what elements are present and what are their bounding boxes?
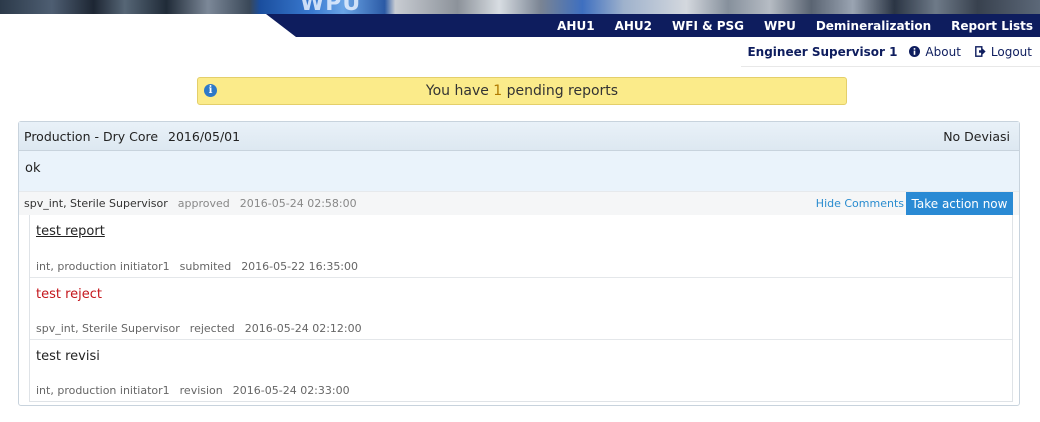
comment-meta: int, production initiator1 revision 2016… — [36, 384, 360, 397]
comment-title: test revisi — [36, 349, 100, 364]
nav-wfi-psg[interactable]: WFI & PSG — [672, 19, 744, 33]
hide-comments-link[interactable]: Hide Comments — [816, 197, 904, 210]
user-bar: Engineer Supervisor 1 About Logout — [741, 37, 1040, 67]
comment-meta: int, production initiator1 submited 2016… — [36, 260, 368, 273]
info-circle-icon — [909, 46, 921, 57]
banner-image: WPU — [0, 0, 1040, 16]
comment-item: test reject spv_int, Sterile Supervisor … — [30, 277, 1012, 339]
nav-ahu2[interactable]: AHU2 — [615, 19, 652, 33]
report-body: ok — [19, 151, 1019, 191]
approval-user: spv_int, Sterile Supervisor — [24, 197, 168, 210]
take-action-button[interactable]: Take action now — [906, 192, 1013, 215]
approval-status: approved — [177, 197, 230, 210]
pending-count: 1 — [493, 83, 503, 99]
comment-timestamp: 2016-05-24 02:33:00 — [232, 384, 350, 397]
logout-icon — [975, 46, 986, 57]
nav-ahu1[interactable]: AHU1 — [557, 19, 594, 33]
pending-reports-alert: i You have 1 pending reports — [197, 77, 847, 105]
user-name: Engineer Supervisor 1 — [747, 44, 898, 59]
comment-status: rejected — [189, 322, 235, 335]
comment-status: submited — [179, 260, 232, 273]
info-icon: i — [204, 84, 217, 97]
about-label: About — [925, 44, 961, 59]
comment-user: int, production initiator1 — [36, 260, 170, 273]
report-date: 2016/05/01 — [168, 128, 241, 144]
report-header: Production - Dry Core 2016/05/01 No Devi… — [19, 122, 1019, 151]
nav-wpu[interactable]: WPU — [764, 19, 796, 33]
comment-user: int, production initiator1 — [36, 384, 170, 397]
report-panel: Production - Dry Core 2016/05/01 No Devi… — [18, 121, 1020, 406]
alert-message: You have 1 pending reports — [425, 83, 619, 99]
logout-label: Logout — [990, 44, 1032, 59]
comments-list: test report int, production initiator1 s… — [29, 215, 1013, 402]
approval-timestamp: 2016-05-24 02:58:00 — [239, 197, 357, 210]
nav-report-lists[interactable]: Report Lists — [951, 19, 1033, 33]
main-nav: AHU1 AHU2 WFI & PSG WPU Demineralization… — [557, 14, 1040, 37]
comment-title-link[interactable]: test report — [36, 224, 1006, 239]
comment-timestamp: 2016-05-22 16:35:00 — [241, 260, 359, 273]
approval-bar: spv_int, Sterile Supervisor approved 201… — [19, 191, 1019, 215]
comment-title: test reject — [36, 287, 103, 302]
comment-timestamp: 2016-05-24 02:12:00 — [244, 322, 362, 335]
comment-meta: spv_int, Sterile Supervisor rejected 201… — [36, 322, 372, 335]
about-link[interactable]: About — [909, 44, 961, 59]
deviation-status: No Deviasi — [943, 128, 1010, 144]
header-banner: WPU AHU1 AHU2 WFI & PSG WPU Demineraliza… — [0, 0, 1040, 37]
report-department: Production - Dry Core — [24, 128, 159, 144]
comment-user: spv_int, Sterile Supervisor — [36, 322, 180, 335]
nav-demineralization[interactable]: Demineralization — [816, 19, 931, 33]
comment-item: test revisi int, production initiator1 r… — [30, 339, 1012, 401]
comment-item: test report int, production initiator1 s… — [30, 215, 1012, 277]
comment-status: revision — [179, 384, 223, 397]
logout-link[interactable]: Logout — [975, 45, 1032, 59]
